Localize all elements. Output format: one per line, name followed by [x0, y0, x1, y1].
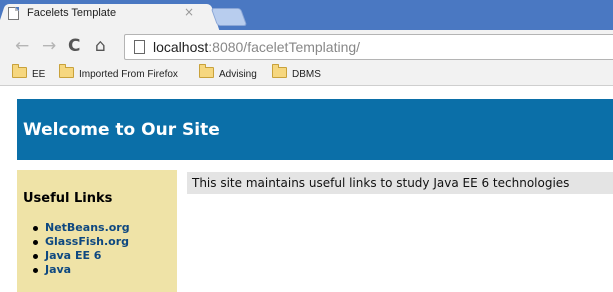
useful-links-sidebar: Useful Links NetBeans.org GlassFish.org … [17, 170, 177, 292]
link-list: NetBeans.org GlassFish.org Java EE 6 Jav… [33, 221, 130, 277]
tab-strip: Facelets Template × [0, 0, 613, 30]
bookmark-label: EE [32, 69, 46, 80]
link-netbeans[interactable]: NetBeans.org [45, 221, 130, 234]
back-icon[interactable]: ← [15, 36, 29, 56]
list-item: NetBeans.org [33, 221, 130, 235]
list-item: Java [33, 263, 130, 277]
folder-icon [59, 64, 74, 78]
site-header: Welcome to Our Site [17, 99, 613, 160]
browser-toolbar: ← → C ⌂ localhost:8080/faceletTemplating… [0, 30, 613, 63]
list-item: GlassFish.org [33, 235, 130, 249]
bookmark-label: DBMS [292, 69, 321, 80]
link-java-ee-6[interactable]: Java EE 6 [45, 249, 101, 262]
url-host: localhost [153, 39, 209, 55]
url-text[interactable]: localhost:8080/faceletTemplating/ [153, 39, 360, 55]
sidebar-heading: Useful Links [23, 191, 113, 206]
folder-icon [272, 64, 287, 78]
tab-title: Facelets Template [27, 7, 117, 19]
bookmark-ee[interactable]: EE [12, 64, 46, 81]
bookmark-advising[interactable]: Advising [199, 64, 257, 81]
content-text: This site maintains useful links to stud… [192, 176, 570, 190]
bookmark-dbms[interactable]: DBMS [272, 64, 321, 81]
bookmark-label: Advising [219, 69, 257, 80]
address-bar[interactable]: localhost:8080/faceletTemplating/ [124, 34, 613, 60]
page-icon [8, 7, 19, 20]
folder-icon [199, 64, 214, 78]
page-icon [134, 40, 145, 54]
bookmark-label: Imported From Firefox [79, 69, 178, 80]
link-java[interactable]: Java [45, 263, 71, 276]
page-title: Welcome to Our Site [23, 120, 220, 140]
url-path: :8080/faceletTemplating/ [208, 39, 361, 55]
folder-icon [12, 64, 27, 78]
close-icon[interactable]: × [184, 5, 194, 19]
list-item: Java EE 6 [33, 249, 130, 263]
main-content: This site maintains useful links to stud… [187, 172, 613, 194]
bookmarks-bar: EE Imported From Firefox Advising DBMS [0, 63, 613, 86]
forward-icon[interactable]: → [42, 36, 56, 56]
reload-icon[interactable]: C [68, 36, 80, 56]
bookmark-imported-from-firefox[interactable]: Imported From Firefox [59, 64, 178, 81]
link-glassfish[interactable]: GlassFish.org [45, 235, 129, 248]
home-icon[interactable]: ⌂ [95, 36, 106, 56]
new-tab-button[interactable] [210, 8, 248, 26]
